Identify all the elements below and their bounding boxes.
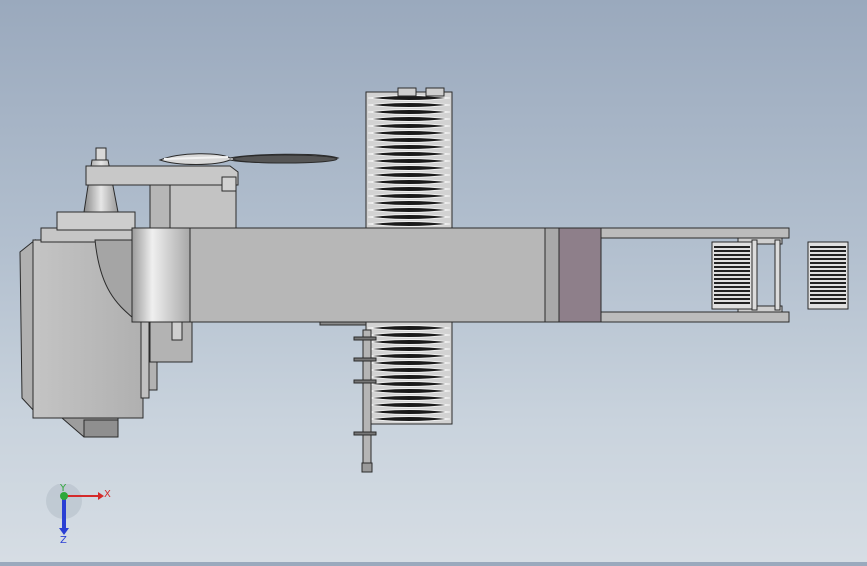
cad-viewport[interactable] xyxy=(0,0,867,562)
spring-coil xyxy=(367,381,451,387)
roller-fin xyxy=(714,290,750,292)
spring-coil xyxy=(367,165,451,171)
roller-fin xyxy=(714,246,750,248)
spring-coil xyxy=(367,367,451,373)
orientation-triad: X Y Z xyxy=(46,483,116,546)
spring-coil xyxy=(367,172,451,178)
model-view xyxy=(19,87,849,473)
roller-fin xyxy=(714,286,750,288)
roller-fin xyxy=(714,294,750,296)
spring-coil xyxy=(367,332,451,338)
roller-fin xyxy=(810,294,846,296)
roller-fin xyxy=(714,262,750,264)
spring-coil xyxy=(367,151,451,157)
spring-coil xyxy=(367,214,451,220)
spring-coil xyxy=(367,137,451,143)
roller-fin xyxy=(810,262,846,264)
roller-fin xyxy=(810,298,846,300)
roller-fin xyxy=(714,250,750,252)
spring-coil xyxy=(367,186,451,192)
z-axis-head xyxy=(59,528,69,535)
spring-coil xyxy=(367,102,451,108)
roller-fin xyxy=(714,282,750,284)
roller-right[interactable] xyxy=(807,241,849,310)
roller-fin xyxy=(810,250,846,252)
roller-fin xyxy=(810,270,846,272)
spring-cap xyxy=(425,87,445,97)
spring-cap xyxy=(397,87,417,97)
roller-fin xyxy=(810,266,846,268)
x-axis-label: X xyxy=(104,489,111,500)
spring-coil xyxy=(367,402,451,408)
spring-coil xyxy=(367,388,451,394)
spring-coil xyxy=(367,144,451,150)
lower-bracket xyxy=(149,321,193,363)
roller-fin xyxy=(714,266,750,268)
roller-fin xyxy=(810,258,846,260)
blade[interactable] xyxy=(158,153,340,165)
roller-fin xyxy=(810,290,846,292)
spring-coil xyxy=(367,221,451,227)
roller-fin xyxy=(714,298,750,300)
roller-fin xyxy=(714,302,750,304)
spring-coil xyxy=(367,353,451,359)
spring-coil xyxy=(367,123,451,129)
y-axis-label: Y xyxy=(59,484,67,494)
spring-coil xyxy=(367,158,451,164)
roller-fin xyxy=(714,254,750,256)
spring-coil xyxy=(367,409,451,415)
spring-coil xyxy=(367,325,451,331)
roller-fin xyxy=(714,278,750,280)
roller-fin xyxy=(810,254,846,256)
spring-coil xyxy=(367,339,451,345)
roller-fin xyxy=(714,274,750,276)
spring-coil xyxy=(367,109,451,115)
roller-fin xyxy=(810,282,846,284)
roller-fin xyxy=(714,270,750,272)
spring-coil xyxy=(367,207,451,213)
right-frame[interactable] xyxy=(600,227,790,323)
roller-fin xyxy=(810,274,846,276)
spring-coil xyxy=(367,374,451,380)
main-beam[interactable] xyxy=(131,227,602,326)
spring-coil xyxy=(367,116,451,122)
spring-coil xyxy=(367,193,451,199)
roller-fin xyxy=(714,258,750,260)
spring-coil xyxy=(367,360,451,366)
spring-coil xyxy=(367,130,451,136)
z-axis-label: Z xyxy=(60,535,67,544)
roller-fin xyxy=(810,278,846,280)
roller-left[interactable] xyxy=(711,241,753,310)
roller-fin xyxy=(810,302,846,304)
spring-coil xyxy=(367,346,451,352)
roller-fin xyxy=(810,286,846,288)
roller-fin xyxy=(810,246,846,248)
spring-coil xyxy=(367,416,451,422)
spring-coil xyxy=(367,200,451,206)
spring-coil xyxy=(367,179,451,185)
spring-coil xyxy=(367,395,451,401)
